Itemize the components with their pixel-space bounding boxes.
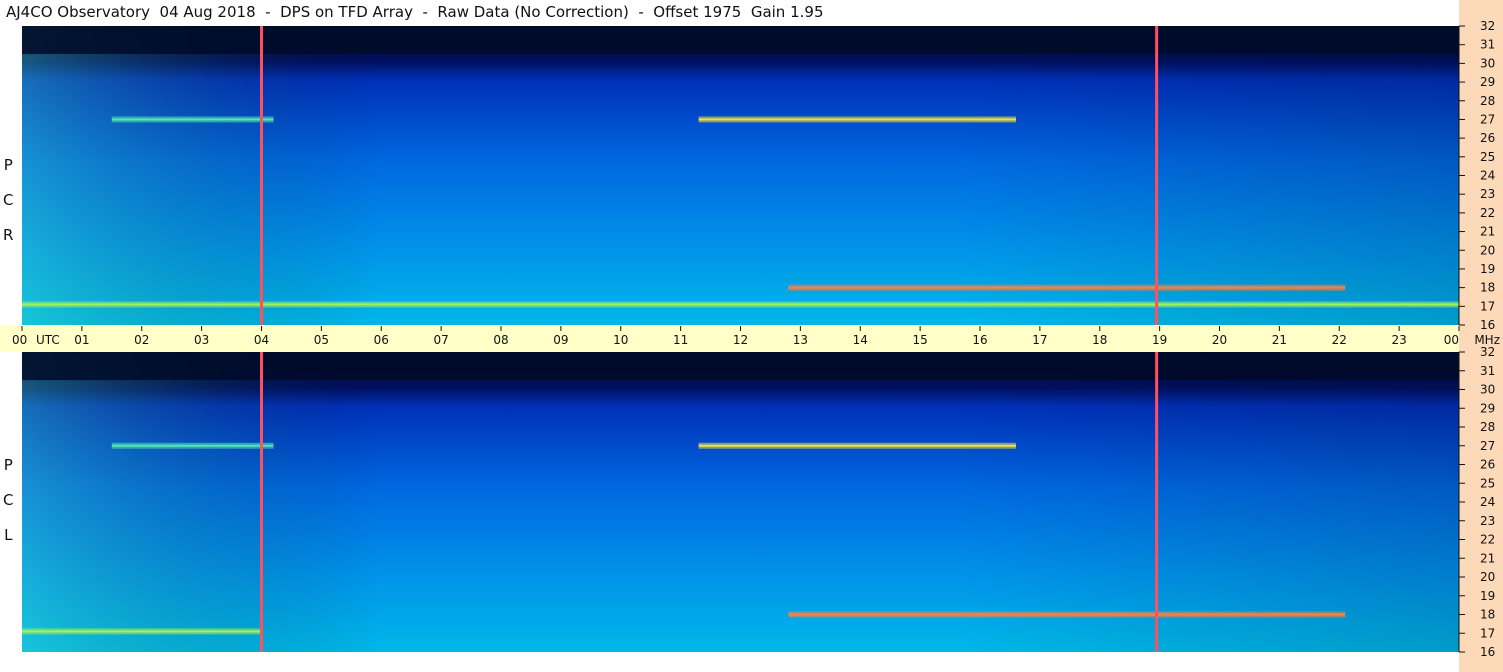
frequency-tick-label: 26 <box>1480 458 1495 472</box>
frequency-tick-label: 18 <box>1480 281 1495 295</box>
time-tick-label: 00 <box>1444 333 1459 347</box>
time-axis-unit: UTC <box>36 333 60 347</box>
frequency-tick-label: 32 <box>1480 345 1495 359</box>
time-tick-label: 05 <box>314 333 329 347</box>
time-tick-label: 19 <box>1152 333 1167 347</box>
lcp-panel <box>22 352 1459 652</box>
frequency-tick-label: 24 <box>1480 495 1495 509</box>
time-tick-label: 20 <box>1212 333 1227 347</box>
spectrogram-band <box>111 444 274 447</box>
frequency-tick-label: 26 <box>1480 131 1495 145</box>
time-tick-label: 02 <box>134 333 149 347</box>
frequency-tick-label: 28 <box>1480 420 1495 434</box>
time-tick-label: 11 <box>673 333 688 347</box>
frequency-tick-label: 30 <box>1480 383 1495 397</box>
time-tick-label: 16 <box>972 333 987 347</box>
time-tick-label: 18 <box>1092 333 1107 347</box>
time-tick-label: 09 <box>553 333 568 347</box>
spectrogram-chart: 00 01 02 03 04 05 06 07 08 09 10 11 12 13 14 15 16 17 18 19… <box>0 19 1500 659</box>
frequency-tick-label: 29 <box>1480 75 1495 89</box>
frequency-tick-label: 22 <box>1480 206 1495 220</box>
frequency-tick-label: 23 <box>1480 514 1495 528</box>
time-tick-label: 01 <box>74 333 89 347</box>
spectrogram-dark-region <box>22 26 1459 55</box>
time-axis-background <box>0 326 1459 352</box>
time-axis: 00 01 02 03 04 05 06 07 08 09 10 11 12 13 14 15 16 17 18 19… <box>0 326 1500 352</box>
frequency-tick-label: 25 <box>1480 476 1495 490</box>
time-tick-label: 21 <box>1272 333 1287 347</box>
spectrogram-shading <box>22 26 1459 325</box>
spectrogram-band <box>698 118 1016 121</box>
time-tick-label: 15 <box>912 333 927 347</box>
frequency-tick-label: 21 <box>1480 551 1495 565</box>
frequency-tick-label: 22 <box>1480 533 1495 547</box>
time-tick-label: 22 <box>1332 333 1347 347</box>
spectrogram-band <box>788 286 1346 289</box>
time-tick-label: 17 <box>1032 333 1047 347</box>
rcp-panel <box>22 26 1459 325</box>
spectrogram-shading <box>22 352 1459 652</box>
spectrogram-band <box>788 613 1346 616</box>
time-tick-label: 12 <box>733 333 748 347</box>
frequency-tick-label: 27 <box>1480 439 1495 453</box>
frequency-tick-label: 21 <box>1480 225 1495 239</box>
time-tick-label: 00 <box>12 333 27 347</box>
spectrogram-band <box>22 630 262 633</box>
time-tick-label: 10 <box>613 333 628 347</box>
frequency-tick-label: 29 <box>1480 401 1495 415</box>
frequency-tick-label: 17 <box>1480 299 1495 313</box>
frequency-tick-label: 16 <box>1480 645 1495 659</box>
frequency-tick-label: 19 <box>1480 589 1495 603</box>
time-tick-label: 13 <box>793 333 808 347</box>
time-tick-label: 14 <box>853 333 868 347</box>
time-tick-label: 07 <box>433 333 448 347</box>
time-tick-label: 04 <box>254 333 269 347</box>
spectrogram-band <box>22 303 1459 306</box>
spectrogram-dark-region <box>22 352 1459 381</box>
frequency-tick-label: 32 <box>1480 19 1495 33</box>
frequency-tick-label: 23 <box>1480 187 1495 201</box>
frequency-tick-label: 25 <box>1480 150 1495 164</box>
frequency-tick-label: 30 <box>1480 56 1495 70</box>
frequency-tick-label: 31 <box>1480 38 1495 52</box>
time-tick-label: 08 <box>493 333 508 347</box>
frequency-tick-label: 27 <box>1480 112 1495 126</box>
time-tick-label: 06 <box>374 333 389 347</box>
frequency-tick-label: 28 <box>1480 94 1495 108</box>
time-tick-label: 23 <box>1391 333 1406 347</box>
frequency-tick-label: 20 <box>1480 243 1495 257</box>
frequency-tick-label: 17 <box>1480 626 1495 640</box>
time-tick-label: 03 <box>194 333 209 347</box>
frequency-tick-label: 20 <box>1480 570 1495 584</box>
frequency-tick-label: 18 <box>1480 608 1495 622</box>
frequency-tick-label: 16 <box>1480 318 1495 332</box>
frequency-tick-label: 24 <box>1480 169 1495 183</box>
spectrogram-band <box>698 444 1016 447</box>
frequency-tick-label: 31 <box>1480 364 1495 378</box>
spectrogram-band <box>111 118 274 121</box>
frequency-tick-label: 19 <box>1480 262 1495 276</box>
